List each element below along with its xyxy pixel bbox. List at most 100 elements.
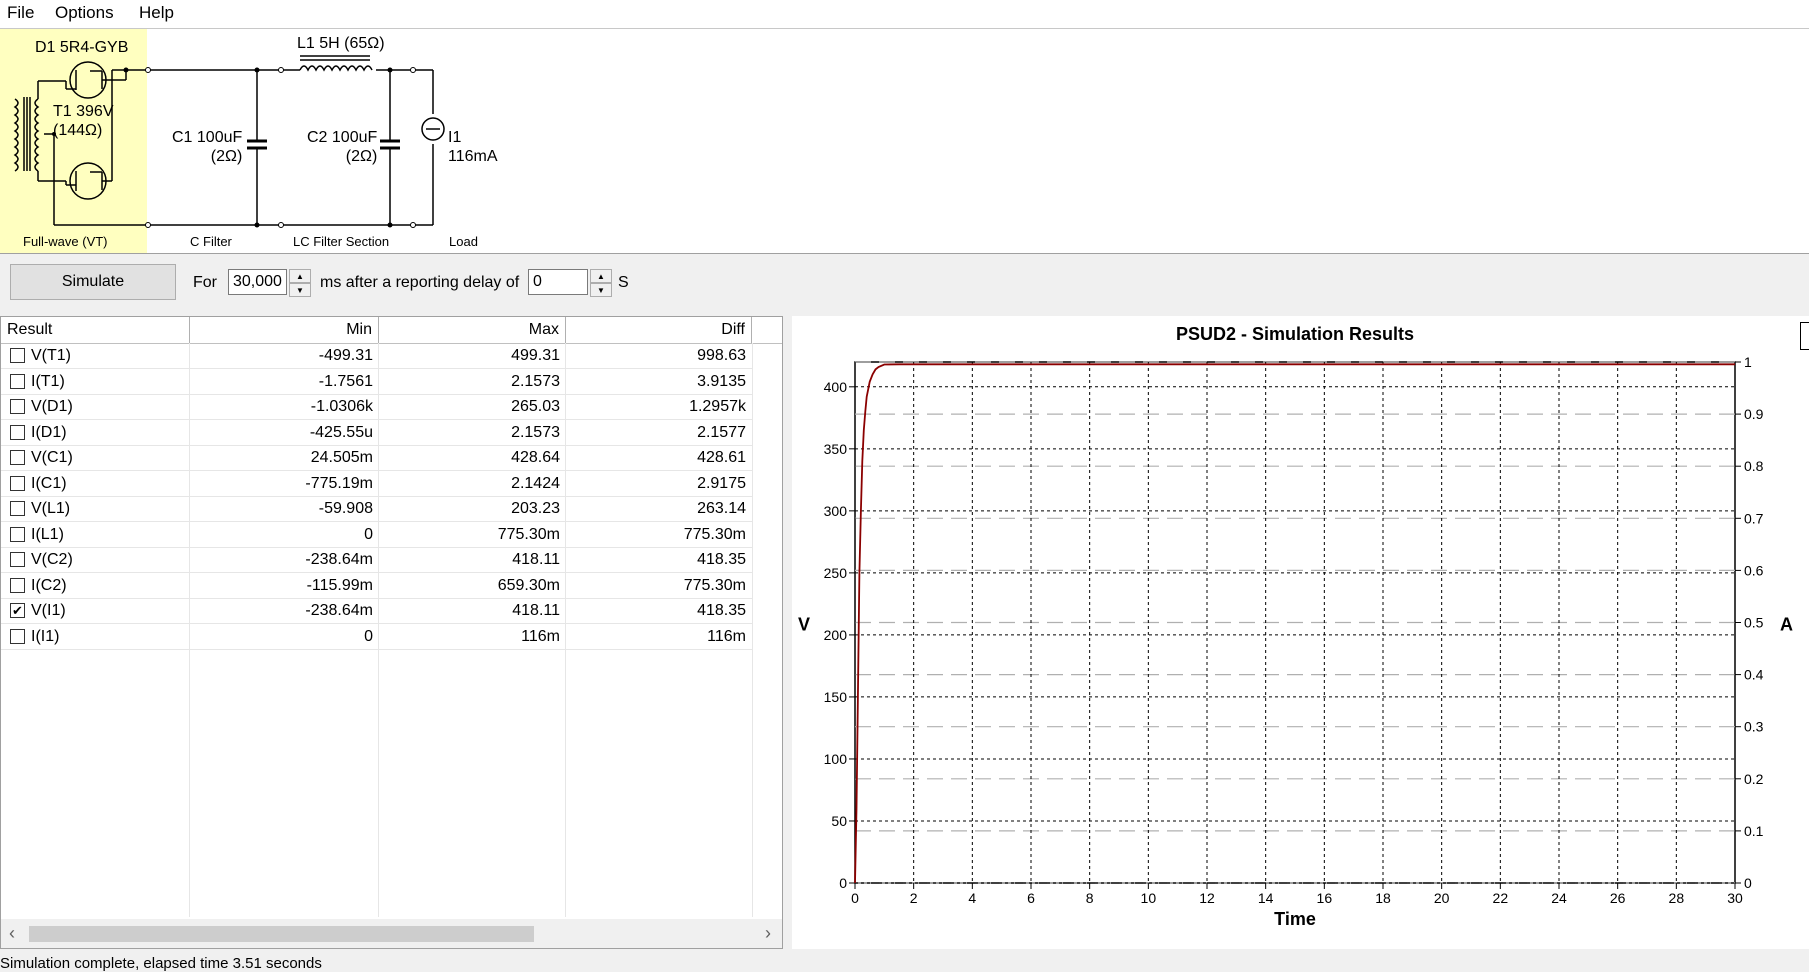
- result-checkbox[interactable]: [10, 475, 25, 491]
- simulation-controls: Simulate For ▲ ▼ ms after a reporting de…: [0, 256, 1809, 312]
- spin-up-icon[interactable]: ▲: [590, 269, 612, 283]
- result-name: V(C1): [31, 449, 73, 466]
- y2-tick-label: 0: [1744, 875, 1752, 891]
- result-min: -1.7561: [318, 372, 373, 390]
- result-diff: 418.35: [697, 602, 746, 619]
- result-checkbox[interactable]: [10, 424, 25, 440]
- scroll-left-icon[interactable]: ‹: [9, 923, 15, 944]
- menu-options[interactable]: Options: [51, 3, 118, 23]
- x-tick-label: 8: [1086, 890, 1094, 906]
- y2-tick-label: 0.5: [1744, 615, 1764, 631]
- result-diff: 418.35: [697, 551, 746, 568]
- result-diff: 3.9135: [697, 372, 746, 390]
- table-row[interactable]: V(C1) 24.505m 428.64 428.61: [1, 445, 753, 471]
- y2-tick-label: 0.8: [1744, 458, 1764, 474]
- table-row[interactable]: I(L1) 0 775.30m 775.30m: [1, 522, 753, 548]
- simulation-chart: PSUD2 - Simulation Results 0 0.1 0.2 0.3 0.4 0…: [798, 324, 1793, 929]
- table-row[interactable]: V(T1) -499.31 499.31 998.63: [1, 343, 753, 369]
- table-row[interactable]: I(I1) 0 116m 116m: [1, 624, 753, 650]
- table-row[interactable]: V(L1) -59.908 203.23 263.14: [1, 496, 753, 522]
- result-diff: 2.1577: [697, 423, 746, 441]
- horizontal-scrollbar[interactable]: ‹ ›: [1, 919, 782, 948]
- l1-label: L1 5H (65Ω): [297, 35, 385, 52]
- result-max: 418.11: [512, 602, 560, 619]
- result-min: -775.19m: [305, 474, 373, 492]
- result-name: I(C2): [31, 576, 67, 594]
- simulate-button[interactable]: Simulate: [10, 264, 176, 300]
- delay-spinner[interactable]: ▲ ▼: [590, 269, 612, 297]
- result-checkbox[interactable]: [10, 450, 25, 465]
- panel-edge-handle[interactable]: [1800, 322, 1809, 350]
- result-checkbox[interactable]: [10, 399, 25, 414]
- result-min: 0: [364, 525, 373, 543]
- c2-label: C2 100uF (2Ω): [307, 129, 378, 165]
- result-diff: 2.9175: [697, 474, 746, 492]
- duration-input[interactable]: [228, 269, 287, 295]
- y2-axis-label: A: [1780, 615, 1793, 635]
- spin-up-icon[interactable]: ▲: [289, 269, 311, 283]
- x-tick-label: 6: [1027, 890, 1035, 906]
- table-row[interactable]: I(C1) -775.19m 2.1424 2.9175: [1, 471, 753, 497]
- spin-down-icon[interactable]: ▼: [590, 283, 612, 297]
- chart-title: PSUD2 - Simulation Results: [1176, 324, 1414, 344]
- header-diff[interactable]: Diff: [566, 317, 752, 343]
- c-filter-section-label[interactable]: C Filter: [190, 234, 232, 249]
- table-row[interactable]: I(D1) -425.55u 2.1573 2.1577: [1, 420, 753, 446]
- scrollbar-thumb[interactable]: [29, 926, 534, 942]
- result-name: V(D1): [31, 398, 73, 415]
- table-row[interactable]: V(C2) -238.64m 418.11 418.35: [1, 547, 753, 573]
- for-label: For: [193, 274, 217, 291]
- y-tick-label: 250: [824, 565, 848, 581]
- result-diff: 1.2957k: [689, 398, 746, 415]
- scroll-right-icon[interactable]: ›: [765, 923, 771, 944]
- result-checkbox[interactable]: [10, 526, 25, 542]
- y2-tick-label: 0.4: [1744, 667, 1764, 683]
- result-max: 2.1573: [511, 372, 560, 390]
- result-min: 24.505m: [310, 449, 373, 466]
- x-tick-label: 0: [851, 890, 859, 906]
- y-tick-label: 400: [824, 379, 848, 395]
- x-axis-label: Time: [1274, 909, 1316, 929]
- lc-filter-section-label[interactable]: LC Filter Section: [293, 234, 389, 249]
- duration-spinner[interactable]: ▲ ▼: [289, 269, 311, 297]
- result-checkbox[interactable]: [10, 348, 25, 363]
- x-tick-label: 2: [910, 890, 918, 906]
- result-name: I(D1): [31, 423, 67, 441]
- y-tick-label: 50: [831, 813, 847, 829]
- table-row[interactable]: I(T1) -1.7561 2.1573 3.9135: [1, 369, 753, 395]
- table-row[interactable]: ✔ V(I1) -238.64m 418.11 418.35: [1, 598, 753, 624]
- result-min: -425.55u: [309, 423, 373, 441]
- load-section-label[interactable]: Load: [449, 234, 478, 249]
- result-checkbox[interactable]: [10, 552, 25, 567]
- header-result[interactable]: Result: [1, 317, 190, 343]
- result-checkbox[interactable]: [10, 373, 25, 389]
- y2-tick-label: 1: [1744, 354, 1752, 370]
- result-checkbox[interactable]: [10, 501, 25, 516]
- x-tick-label: 26: [1610, 890, 1626, 906]
- menu-file[interactable]: File: [3, 3, 38, 23]
- rectifier-section-label: Full-wave (VT): [23, 234, 108, 249]
- i1-label: I1 116mA: [448, 129, 498, 165]
- table-row[interactable]: V(D1) -1.0306k 265.03 1.2957k: [1, 394, 753, 420]
- delay-input[interactable]: [528, 269, 588, 295]
- table-header: Result Min Max Diff: [1, 317, 782, 344]
- result-diff: 998.63: [697, 347, 746, 364]
- x-tick-label: 18: [1375, 890, 1391, 906]
- header-min[interactable]: Min: [190, 317, 379, 343]
- menu-help[interactable]: Help: [135, 3, 178, 23]
- y-tick-label: 100: [824, 751, 848, 767]
- table-row[interactable]: I(C2) -115.99m 659.30m 775.30m: [1, 573, 753, 599]
- spin-down-icon[interactable]: ▼: [289, 283, 311, 297]
- result-name: V(I1): [31, 602, 66, 619]
- result-max: 116m: [521, 627, 560, 645]
- result-diff: 775.30m: [683, 576, 746, 594]
- result-name: I(I1): [31, 627, 60, 645]
- header-max[interactable]: Max: [379, 317, 566, 343]
- result-min: -1.0306k: [310, 398, 373, 415]
- result-max: 499.31: [511, 347, 560, 364]
- result-checkbox[interactable]: [10, 628, 25, 644]
- result-checkbox[interactable]: [10, 577, 25, 593]
- result-checkbox[interactable]: ✔: [10, 603, 25, 618]
- result-name: I(C1): [31, 474, 67, 492]
- chart-panel: PSUD2 - Simulation Results 0 0.1 0.2 0.3 0.4 0…: [792, 316, 1809, 949]
